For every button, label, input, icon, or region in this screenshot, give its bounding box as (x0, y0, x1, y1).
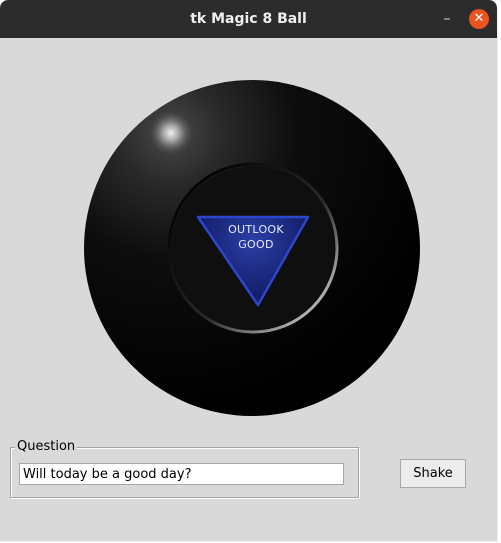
window-title: tk Magic 8 Ball (190, 11, 307, 27)
ball-highlight (149, 111, 193, 155)
title-bar[interactable]: tk Magic 8 Ball – ✕ (0, 0, 497, 38)
answer-line-1: OUTLOOK (228, 223, 284, 236)
app-window: tk Magic 8 Ball – ✕ OUTLOOK GOOD Questio… (0, 0, 497, 541)
shake-button[interactable]: Shake (400, 459, 466, 488)
minimize-button[interactable]: – (436, 8, 458, 30)
close-button[interactable]: ✕ (469, 9, 489, 29)
question-input[interactable] (19, 463, 344, 485)
answer-line-2: GOOD (238, 238, 274, 251)
question-label: Question (15, 438, 78, 456)
